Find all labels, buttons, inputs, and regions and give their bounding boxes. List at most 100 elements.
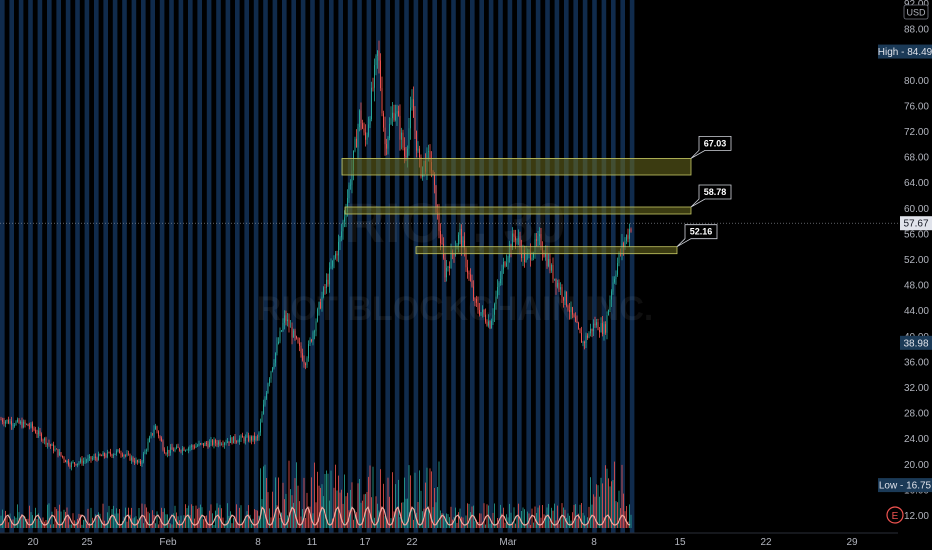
candle-body <box>360 110 362 124</box>
candle-body <box>593 323 594 332</box>
candle-body <box>554 278 555 280</box>
candle-body <box>294 330 296 337</box>
candle-body <box>225 442 227 444</box>
candle-body <box>203 443 204 446</box>
candle-body <box>87 458 89 461</box>
candle-body <box>51 444 53 446</box>
session-stripe <box>545 0 550 533</box>
volume-bar <box>588 506 590 528</box>
low-label: Low - 16.75 <box>879 481 932 492</box>
candle-body <box>128 453 129 455</box>
volume-bar <box>270 517 272 528</box>
volume-bar <box>159 520 161 528</box>
x-tick-label: 15 <box>674 537 686 548</box>
candle-body <box>281 330 282 332</box>
candle-body <box>315 321 317 332</box>
volume-bar <box>162 511 164 528</box>
volume-bar <box>39 520 41 528</box>
volume-bar <box>108 505 110 528</box>
volume-bar <box>344 474 345 528</box>
candle-body <box>380 60 381 89</box>
volume-bar <box>483 503 485 528</box>
volume-bar <box>0 515 2 528</box>
candle-body <box>72 462 74 463</box>
candle-body <box>519 238 521 247</box>
volume-bar <box>165 514 167 528</box>
candle-body <box>77 463 78 466</box>
volume-bar <box>302 509 303 528</box>
volume-bar <box>86 523 87 528</box>
session-stripe <box>319 0 325 533</box>
volume-bar <box>15 517 17 528</box>
candle-body <box>116 450 117 454</box>
candle-body <box>78 462 80 464</box>
volume-bar <box>531 508 533 528</box>
volume-bar <box>480 513 482 528</box>
volume-bar <box>318 485 320 528</box>
y-tick-label: 12.00 <box>904 511 929 522</box>
volume-bar <box>330 470 332 528</box>
session-stripe <box>47 0 52 533</box>
settings-icon: E <box>892 511 899 522</box>
volume-bar <box>401 502 402 528</box>
candle-body <box>627 235 629 239</box>
candle-body <box>609 299 611 310</box>
volume-bar <box>57 511 59 528</box>
candle-body <box>441 243 443 244</box>
session-stripe <box>441 0 447 533</box>
candle-body <box>195 446 197 448</box>
candle-body <box>483 309 485 315</box>
candle-body <box>564 291 566 301</box>
candle-body <box>56 448 57 450</box>
volume-bar <box>306 492 308 528</box>
chart-area[interactable]: RIOT, 30 RIOT BLOCKCHAIN INC. 67.03 58.78 52… <box>0 0 932 550</box>
volume-bar <box>87 508 89 528</box>
candle-body <box>83 460 84 464</box>
candle-body <box>386 144 387 149</box>
price-chart[interactable]: RIOT, 30RIOT BLOCKCHAIN INC.67.0358.7852… <box>0 0 932 550</box>
candle-body <box>69 465 71 468</box>
volume-bar <box>438 461 440 528</box>
volume-bar <box>312 513 314 528</box>
candle-body <box>600 323 602 333</box>
candle-body <box>35 430 36 434</box>
candle-body <box>252 435 254 441</box>
volume-bar <box>263 466 264 528</box>
candle-body <box>596 322 597 326</box>
candle-body <box>444 257 446 278</box>
candle-body <box>104 453 105 457</box>
volume-bar <box>414 472 416 528</box>
candle-body <box>309 339 311 344</box>
candle-body <box>537 236 539 241</box>
volume-bar <box>152 510 153 528</box>
volume-bar <box>374 517 375 528</box>
candle-body <box>365 132 366 140</box>
candle-body <box>446 267 447 278</box>
candle-body <box>212 440 213 445</box>
candle-body <box>27 424 29 426</box>
candle-body <box>389 123 390 138</box>
volume-bar <box>96 517 98 528</box>
x-tick-label: 20 <box>27 537 39 548</box>
volume-bar <box>608 478 609 528</box>
candle-body <box>290 327 291 328</box>
candle-body <box>605 324 606 333</box>
settings-button[interactable]: E <box>886 506 904 524</box>
volume-bar <box>51 511 53 528</box>
volume-bar <box>111 509 113 528</box>
zone-rect <box>341 157 692 176</box>
volume-bar <box>231 523 233 528</box>
session-stripe <box>394 0 400 533</box>
session-stripe <box>94 0 99 533</box>
volume-bar <box>290 489 291 528</box>
y-tick-label: 72.00 <box>904 127 929 138</box>
candle-body <box>222 444 224 445</box>
session-stripe <box>235 0 240 533</box>
candle-body <box>107 452 108 457</box>
candle-body <box>348 185 350 198</box>
candle-body <box>296 336 297 339</box>
candle-body <box>378 50 380 61</box>
session-stripe <box>366 0 372 533</box>
candle-body <box>329 267 330 285</box>
volume-bar <box>372 466 374 528</box>
